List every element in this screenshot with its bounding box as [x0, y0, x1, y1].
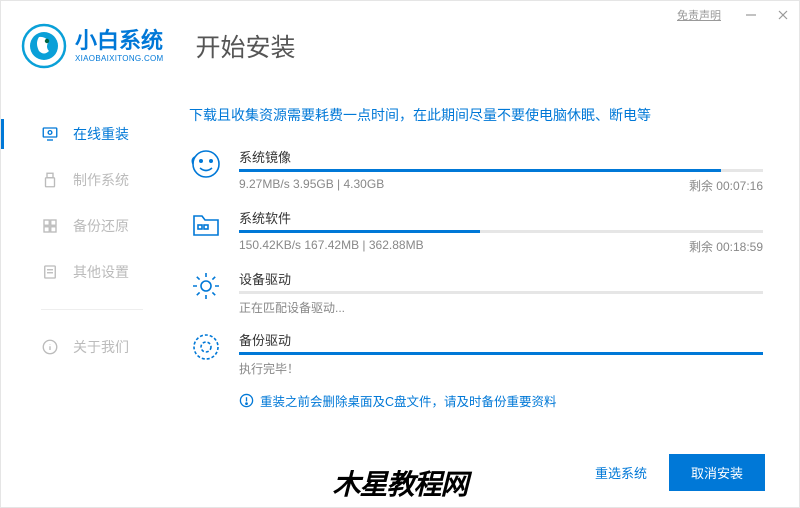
sidebar-item-make-system[interactable]: 制作系统	[1, 157, 173, 203]
task-backup-driver: 备份驱动 执行完毕！	[189, 330, 763, 377]
sidebar-item-label: 其他设置	[73, 262, 129, 282]
sidebar-item-label: 关于我们	[73, 337, 129, 357]
info-icon	[41, 338, 59, 356]
task-status-right: 剩余 00:18:59	[689, 238, 763, 255]
task-device-driver: 设备驱动 正在匹配设备驱动...	[189, 269, 763, 316]
task-title: 备份驱动	[239, 330, 763, 349]
warning-info-icon	[239, 393, 254, 408]
minimize-button[interactable]	[735, 1, 767, 29]
warning-row: 重装之前会删除桌面及C盘文件，请及时备份重要资料	[189, 391, 763, 410]
task-title: 系统软件	[239, 208, 763, 227]
notice-text: 下载且收集资源需要耗费一点时间，在此期间尽量不要使电脑休眠、断电等	[189, 105, 763, 125]
sidebar-separator	[41, 309, 143, 310]
folder-apps-icon	[189, 208, 223, 242]
close-button[interactable]	[767, 1, 799, 29]
logo-icon	[21, 23, 67, 69]
gear-icon	[189, 269, 223, 303]
sidebar-item-online-reinstall[interactable]: 在线重装	[1, 111, 173, 157]
progress-bar	[239, 352, 763, 355]
task-title: 设备驱动	[239, 269, 763, 288]
task-system-software: 系统软件 150.42KB/s 167.42MB | 362.88MB 剩余 0…	[189, 208, 763, 255]
sidebar: 在线重装 制作系统 备份还原 其他设置 关于我们	[1, 91, 173, 507]
image-face-icon	[189, 147, 223, 181]
main-content: 下载且收集资源需要耗费一点时间，在此期间尽量不要使电脑休眠、断电等 系统镜像 9…	[173, 91, 799, 507]
sidebar-item-label: 备份还原	[73, 216, 129, 236]
task-system-image: 系统镜像 9.27MB/s 3.95GB | 4.30GB 剩余 00:07:1…	[189, 147, 763, 194]
brand-title: 小白系统	[75, 29, 164, 53]
sidebar-item-about[interactable]: 关于我们	[1, 324, 173, 370]
task-status-right: 剩余 00:07:16	[689, 177, 763, 194]
brand-logo: 小白系统 XIAOBAIXITONG.COM	[21, 23, 164, 69]
settings-icon	[41, 263, 59, 281]
sidebar-item-other-settings[interactable]: 其他设置	[1, 249, 173, 295]
progress-bar	[239, 230, 763, 233]
sidebar-item-label: 制作系统	[73, 170, 129, 190]
task-status-left: 正在匹配设备驱动...	[239, 299, 345, 316]
monitor-icon	[41, 125, 59, 143]
task-status-left: 150.42KB/s 167.42MB | 362.88MB	[239, 238, 424, 255]
backup-icon	[41, 217, 59, 235]
page-title: 开始安装	[196, 28, 296, 64]
task-status-left: 9.27MB/s 3.95GB | 4.30GB	[239, 177, 384, 194]
progress-bar	[239, 291, 763, 294]
progress-fill	[239, 352, 763, 355]
usb-icon	[41, 171, 59, 189]
gear-outline-icon	[189, 330, 223, 364]
sidebar-item-label: 在线重装	[73, 124, 129, 144]
reselect-system-link[interactable]: 重选系统	[595, 463, 647, 482]
warning-text: 重装之前会删除桌面及C盘文件，请及时备份重要资料	[260, 391, 557, 410]
cancel-install-button[interactable]: 取消安装	[669, 454, 765, 491]
task-title: 系统镜像	[239, 147, 763, 166]
progress-fill	[239, 169, 721, 172]
footer: 重选系统 取消安装	[595, 454, 765, 491]
sidebar-item-backup-restore[interactable]: 备份还原	[1, 203, 173, 249]
disclaimer-link[interactable]: 免责声明	[677, 7, 721, 23]
brand-subtitle: XIAOBAIXITONG.COM	[75, 54, 164, 63]
progress-bar	[239, 169, 763, 172]
task-status-left: 执行完毕！	[239, 360, 299, 377]
progress-fill	[239, 230, 480, 233]
